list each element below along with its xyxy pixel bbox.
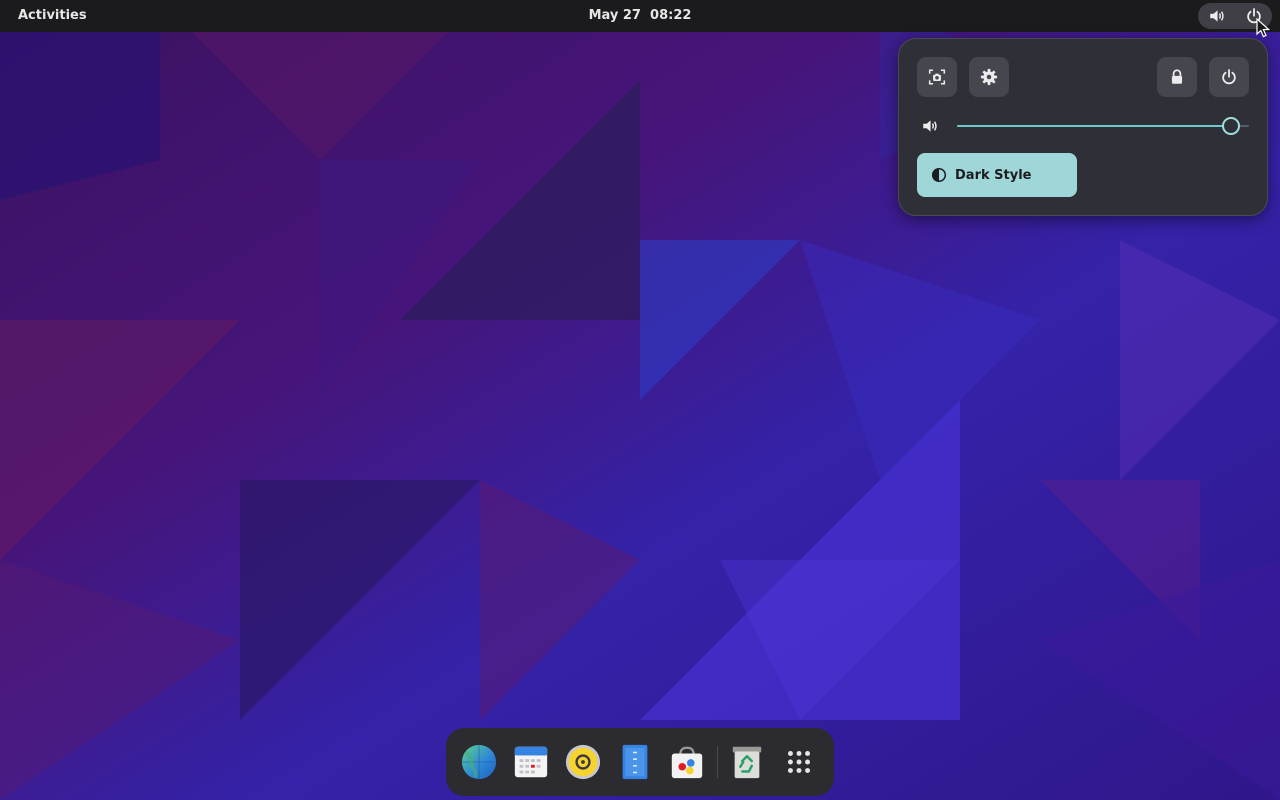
software-launcher[interactable] (667, 742, 707, 782)
clock-time: 08:22 (650, 8, 692, 23)
dock (446, 728, 834, 796)
screenshot-icon (928, 69, 946, 85)
power-off-button[interactable] (1209, 57, 1249, 97)
dark-style-toggle[interactable]: Dark Style (917, 153, 1077, 197)
dock-separator (717, 746, 718, 778)
screenshot-button[interactable] (917, 57, 957, 97)
clock-button[interactable]: May 27 08:22 (0, 4, 1280, 28)
web-browser-launcher[interactable] (459, 742, 499, 782)
gear-icon (980, 68, 998, 86)
software-icon (671, 746, 703, 779)
settings-button[interactable] (969, 57, 1009, 97)
app-grid-icon (787, 750, 811, 774)
mouse-cursor-icon (1256, 18, 1270, 38)
dark-style-label: Dark Style (955, 167, 1032, 183)
volume-slider[interactable] (957, 117, 1249, 135)
text-editor-icon (622, 744, 648, 780)
lock-button[interactable] (1157, 57, 1197, 97)
power-icon (1222, 69, 1236, 85)
rhythmbox-launcher[interactable] (563, 742, 603, 782)
rhythmbox-icon (565, 744, 601, 780)
trash-icon (732, 746, 762, 779)
clock-date: May 27 (588, 8, 641, 23)
web-browser-icon (461, 744, 497, 780)
show-apps-button[interactable] (779, 742, 819, 782)
top-bar: Activities May 27 08:22 (0, 0, 1280, 32)
volume-slider-handle[interactable] (1222, 117, 1241, 135)
volume-slider-fill (957, 125, 1232, 127)
dark-mode-icon (931, 167, 947, 183)
calendar-icon (514, 746, 548, 778)
lock-icon (1171, 69, 1183, 84)
volume-row (917, 111, 1251, 141)
volume-icon[interactable] (921, 117, 939, 135)
calendar-launcher[interactable] (511, 742, 551, 782)
text-editor-launcher[interactable] (615, 742, 655, 782)
trash-launcher[interactable] (727, 742, 767, 782)
activities-button[interactable]: Activities (8, 4, 97, 28)
volume-icon (1209, 10, 1224, 22)
quick-settings-menu: Dark Style (898, 38, 1268, 216)
